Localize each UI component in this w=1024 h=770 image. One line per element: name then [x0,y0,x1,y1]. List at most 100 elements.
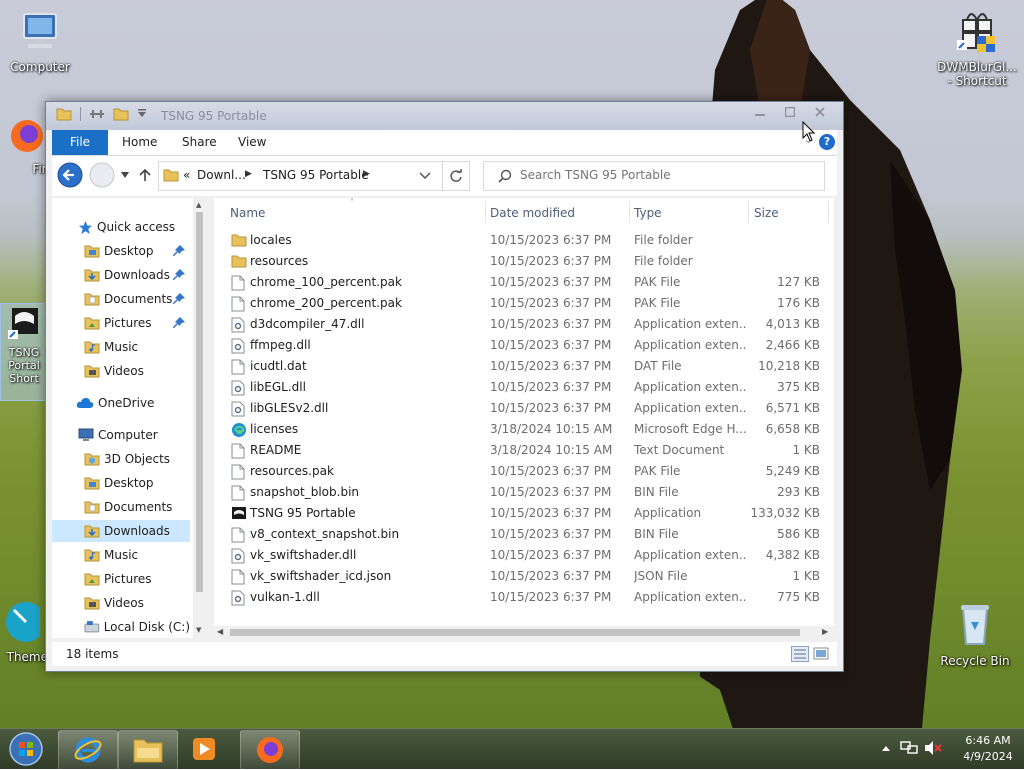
table-row[interactable]: chrome_200_percent.pak 10/15/2023 6:37 PM… [214,293,834,314]
breadcrumb-current-folder[interactable]: TSNG 95 Portable [263,168,369,182]
taskbar-file-explorer[interactable] [118,730,178,770]
large-icons-view-icon[interactable] [813,646,829,662]
pin-icon[interactable] [172,244,186,258]
file-type: Application [634,506,702,520]
search-input[interactable] [520,167,810,183]
search-box[interactable] [483,161,825,191]
table-row[interactable]: locales 10/15/2023 6:37 PM File folder [214,230,834,251]
nav-computer-pictures[interactable]: Pictures [52,568,190,590]
scroll-right-arrow-icon[interactable]: ▶ [822,627,828,636]
table-row[interactable]: v8_context_snapshot.bin 10/15/2023 6:37 P… [214,524,834,545]
help-button[interactable]: ? [819,134,835,150]
tab-home[interactable]: Home [122,130,157,155]
breadcrumb-overflow[interactable]: « [183,168,190,182]
desktop-icon-tsng-shortcut[interactable]: TSNG Portal Short [0,303,48,401]
details-view-icon[interactable] [791,646,809,662]
nav-qa-desktop[interactable]: Desktop [52,240,190,262]
column-divider[interactable] [748,201,749,223]
nav-computer-documents[interactable]: Documents [52,496,190,518]
back-button[interactable] [57,162,83,188]
file-list-horizontal-scrollbar[interactable]: ◀ ▶ [214,626,834,638]
volume-muted-icon[interactable] [924,740,942,756]
minimize-button[interactable] [745,102,775,122]
dll-icon [231,380,245,399]
table-row[interactable]: vk_swiftshader_icd.json 10/15/2023 6:37 P… [214,566,834,587]
column-header-type[interactable]: Type [634,198,662,228]
customize-toolbar-chevron-icon[interactable] [137,109,147,119]
pin-icon[interactable] [172,316,186,330]
nav-item-label: Videos [104,364,144,378]
pin-icon[interactable] [172,292,186,306]
nav-computer-music[interactable]: Music [52,544,190,566]
nav-qa-downloads[interactable]: Downloads [52,264,190,286]
pin-icon[interactable] [172,268,186,282]
table-row[interactable]: libEGL.dll 10/15/2023 6:37 PM Application … [214,377,834,398]
taskbar-media-player[interactable] [178,730,230,768]
nav-qa-videos[interactable]: Videos [52,360,190,382]
address-bar[interactable]: « Downl... ▶ TSNG 95 Portable ▶ [158,161,443,191]
table-row[interactable]: chrome_100_percent.pak 10/15/2023 6:37 PM… [214,272,834,293]
tab-view[interactable]: View [238,130,266,155]
nav-computer-videos[interactable]: Videos [52,592,190,614]
properties-icon[interactable] [89,108,105,120]
table-row[interactable]: resources.pak 10/15/2023 6:37 PM PAK File 5… [214,461,834,482]
taskbar-firefox[interactable] [240,730,300,770]
desktop-icon-dwmblurglass[interactable]: DWMBlurGl... - Shortcut [935,6,1019,88]
title-bar[interactable]: TSNG 95 Portable [46,102,843,130]
table-row[interactable]: d3dcompiler_47.dll 10/15/2023 6:37 PM Appl… [214,314,834,335]
breadcrumb-separator-icon[interactable]: ▶ [363,169,370,179]
nav-computer-local-disk[interactable]: Local Disk (C:) [52,616,190,638]
recent-locations-button[interactable] [118,168,132,182]
table-row[interactable]: licenses 3/18/2024 10:15 AM Microsoft Edge… [214,419,834,440]
scrollbar-thumb[interactable] [230,629,800,636]
column-header-date-modified[interactable]: Date modified [490,198,575,228]
nav-qa-pictures[interactable]: Pictures [52,312,190,334]
clock[interactable]: 6:46 AM 4/9/2024 [962,733,1014,765]
column-divider[interactable] [485,201,486,223]
start-button[interactable] [6,731,46,767]
scroll-down-arrow-icon[interactable]: ▼ [196,626,201,634]
nav-computer[interactable]: Computer [52,424,190,446]
refresh-button[interactable] [442,161,470,191]
table-row[interactable]: resources 10/15/2023 6:37 PM File folder [214,251,834,272]
nav-quick-access[interactable]: Quick access [52,216,190,238]
show-hidden-icons-chevron-icon[interactable] [882,745,890,751]
desktop-icon-theme[interactable]: Theme [0,600,48,664]
table-row[interactable]: README 3/18/2024 10:15 AM Text Document 1 K… [214,440,834,461]
forward-button[interactable] [89,162,115,188]
nav-pane-scrollbar[interactable]: ▲ ▼ [193,198,203,638]
table-row[interactable]: ffmpeg.dll 10/15/2023 6:37 PM Application … [214,335,834,356]
column-divider[interactable] [629,201,630,223]
scroll-left-arrow-icon[interactable]: ◀ [217,627,223,636]
scroll-up-arrow-icon[interactable]: ▲ [196,201,201,209]
nav-onedrive[interactable]: OneDrive [52,392,190,414]
taskbar-internet-explorer[interactable] [58,730,118,770]
tab-share[interactable]: Share [182,130,217,155]
close-button[interactable] [805,102,835,122]
breadcrumb-downloads[interactable]: Downl... [197,168,246,182]
network-icon[interactable] [900,740,918,756]
up-button[interactable] [136,166,154,184]
column-divider[interactable] [828,201,829,223]
nav-computer-3d-objects[interactable]: 3D Objects [52,448,190,470]
desktop-icon-recycle-bin[interactable]: Recycle Bin [935,600,1015,668]
tab-file[interactable]: File [52,130,108,155]
table-row[interactable]: vulkan-1.dll 10/15/2023 6:37 PM Applicatio… [214,587,834,608]
address-history-chevron-icon[interactable] [419,172,431,180]
column-header-name[interactable]: Name [230,198,265,228]
desktop-icon-computer[interactable]: Computer [0,10,80,74]
maximize-button[interactable] [775,102,805,122]
table-row[interactable]: vk_swiftshader.dll 10/15/2023 6:37 PM Appl… [214,545,834,566]
table-row[interactable]: icudtl.dat 10/15/2023 6:37 PM DAT File 10,2… [214,356,834,377]
nav-computer-downloads[interactable]: Downloads [52,520,190,542]
table-row[interactable]: TSNG 95 Portable 10/15/2023 6:37 PM Applic… [214,503,834,524]
breadcrumb-separator-icon[interactable]: ▶ [245,169,252,179]
scrollbar-thumb[interactable] [196,212,203,592]
nav-qa-documents[interactable]: Documents [52,288,190,310]
table-row[interactable]: snapshot_blob.bin 10/15/2023 6:37 PM BIN F… [214,482,834,503]
new-folder-icon[interactable] [113,107,129,121]
table-row[interactable]: libGLESv2.dll 10/15/2023 6:37 PM Applicati… [214,398,834,419]
nav-qa-music[interactable]: Music [52,336,190,358]
nav-computer-desktop[interactable]: Desktop [52,472,190,494]
column-header-size[interactable]: Size [754,198,779,228]
